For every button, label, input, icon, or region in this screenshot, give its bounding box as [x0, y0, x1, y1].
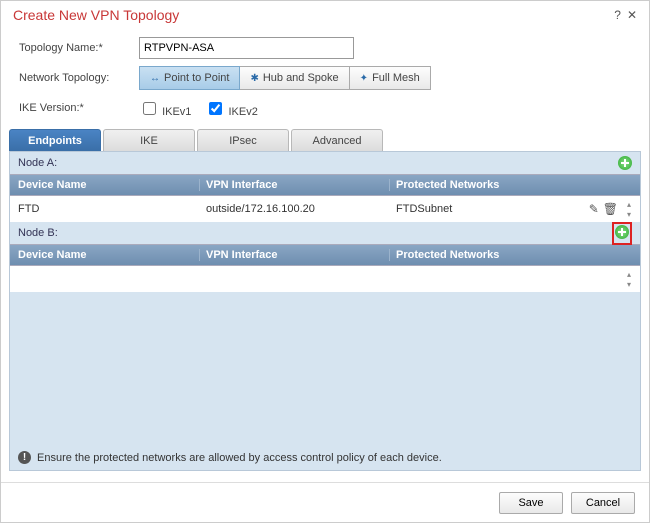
tab-ipsec[interactable]: IPsec	[197, 129, 289, 151]
col-vpn-interface: VPN Interface	[200, 179, 390, 191]
ikev1-label: IKEv1	[162, 106, 191, 118]
ikev1-option[interactable]: IKEv1	[139, 99, 191, 118]
ikev2-label: IKEv2	[228, 106, 257, 118]
vpn-topology-dialog: Create New VPN Topology ? ✕ Topology Nam…	[0, 0, 650, 523]
tab-strip: Endpoints IKE IPsec Advanced	[9, 129, 649, 151]
table-row-empty: ▴ ▾	[10, 266, 640, 292]
scroll-down-icon[interactable]: ▾	[627, 210, 631, 219]
node-a-grid-header: Device Name VPN Interface Protected Netw…	[10, 174, 640, 196]
tab-ike[interactable]: IKE	[103, 129, 195, 151]
scroll-up-icon[interactable]: ▴	[627, 200, 631, 209]
topology-name-input[interactable]	[139, 37, 354, 59]
close-icon[interactable]: ✕	[627, 8, 637, 22]
dialog-footer: Save Cancel	[1, 482, 649, 522]
p2p-icon: ↔	[150, 73, 160, 84]
edit-icon[interactable]: ✎	[589, 202, 599, 216]
add-node-b-highlight	[612, 222, 632, 245]
ikev2-checkbox[interactable]	[209, 102, 222, 115]
ikev1-checkbox[interactable]	[143, 102, 156, 115]
col-protected-networks-b: Protected Networks	[390, 249, 584, 261]
form-area: Topology Name:* Network Topology: ↔ Poin…	[1, 27, 649, 125]
ike-version-label: IKE Version:*	[19, 102, 139, 114]
scroll-arrows[interactable]: ▴ ▾	[622, 200, 636, 219]
table-row[interactable]: FTD outside/172.16.100.20 FTDSubnet ✎ 🗑 …	[10, 196, 640, 222]
delete-icon[interactable]: 🗑	[603, 202, 618, 216]
node-a-label: Node A:	[18, 157, 57, 169]
title-bar: Create New VPN Topology ? ✕	[1, 1, 649, 27]
dialog-title: Create New VPN Topology	[13, 7, 608, 23]
mesh-icon: ✦	[360, 73, 368, 84]
topology-name-label: Topology Name:*	[19, 42, 139, 54]
ikev2-option[interactable]: IKEv2	[205, 99, 257, 118]
scroll-down-icon[interactable]: ▾	[627, 280, 631, 289]
info-row: ! Ensure the protected networks are allo…	[18, 451, 632, 464]
col-protected-networks: Protected Networks	[390, 179, 584, 191]
col-vpn-interface-b: VPN Interface	[200, 249, 390, 261]
col-device-name: Device Name	[10, 179, 200, 191]
info-text: Ensure the protected networks are allowe…	[37, 452, 442, 464]
help-icon[interactable]: ?	[614, 8, 621, 22]
tab-advanced[interactable]: Advanced	[291, 129, 383, 151]
cancel-button[interactable]: Cancel	[571, 492, 635, 514]
p2p-label: Point to Point	[164, 72, 229, 84]
cell-protected: FTDSubnet	[390, 203, 584, 215]
mesh-label: Full Mesh	[372, 72, 420, 84]
hub-icon: ✱	[250, 73, 258, 84]
topology-point-to-point[interactable]: ↔ Point to Point	[139, 66, 240, 90]
info-icon: !	[18, 451, 31, 464]
hub-label: Hub and Spoke	[263, 72, 339, 84]
add-node-b-icon[interactable]	[615, 225, 629, 239]
col-device-name-b: Device Name	[10, 249, 200, 261]
tab-endpoints[interactable]: Endpoints	[9, 129, 101, 151]
network-topology-label: Network Topology:	[19, 72, 139, 84]
add-node-a-icon[interactable]	[618, 156, 632, 170]
scroll-arrows-b[interactable]: ▴ ▾	[622, 270, 636, 289]
endpoints-panel: Node A: Device Name VPN Interface Protec…	[9, 151, 641, 471]
topology-hub-and-spoke[interactable]: ✱ Hub and Spoke	[240, 66, 349, 90]
node-b-header: Node B:	[10, 222, 640, 244]
scroll-up-icon[interactable]: ▴	[627, 270, 631, 279]
cell-device: FTD	[10, 203, 200, 215]
node-b-label: Node B:	[18, 227, 58, 239]
topology-full-mesh[interactable]: ✦ Full Mesh	[350, 66, 431, 90]
cell-vpn: outside/172.16.100.20	[200, 203, 390, 215]
node-b-grid-header: Device Name VPN Interface Protected Netw…	[10, 244, 640, 266]
node-a-header: Node A:	[10, 152, 640, 174]
save-button[interactable]: Save	[499, 492, 563, 514]
